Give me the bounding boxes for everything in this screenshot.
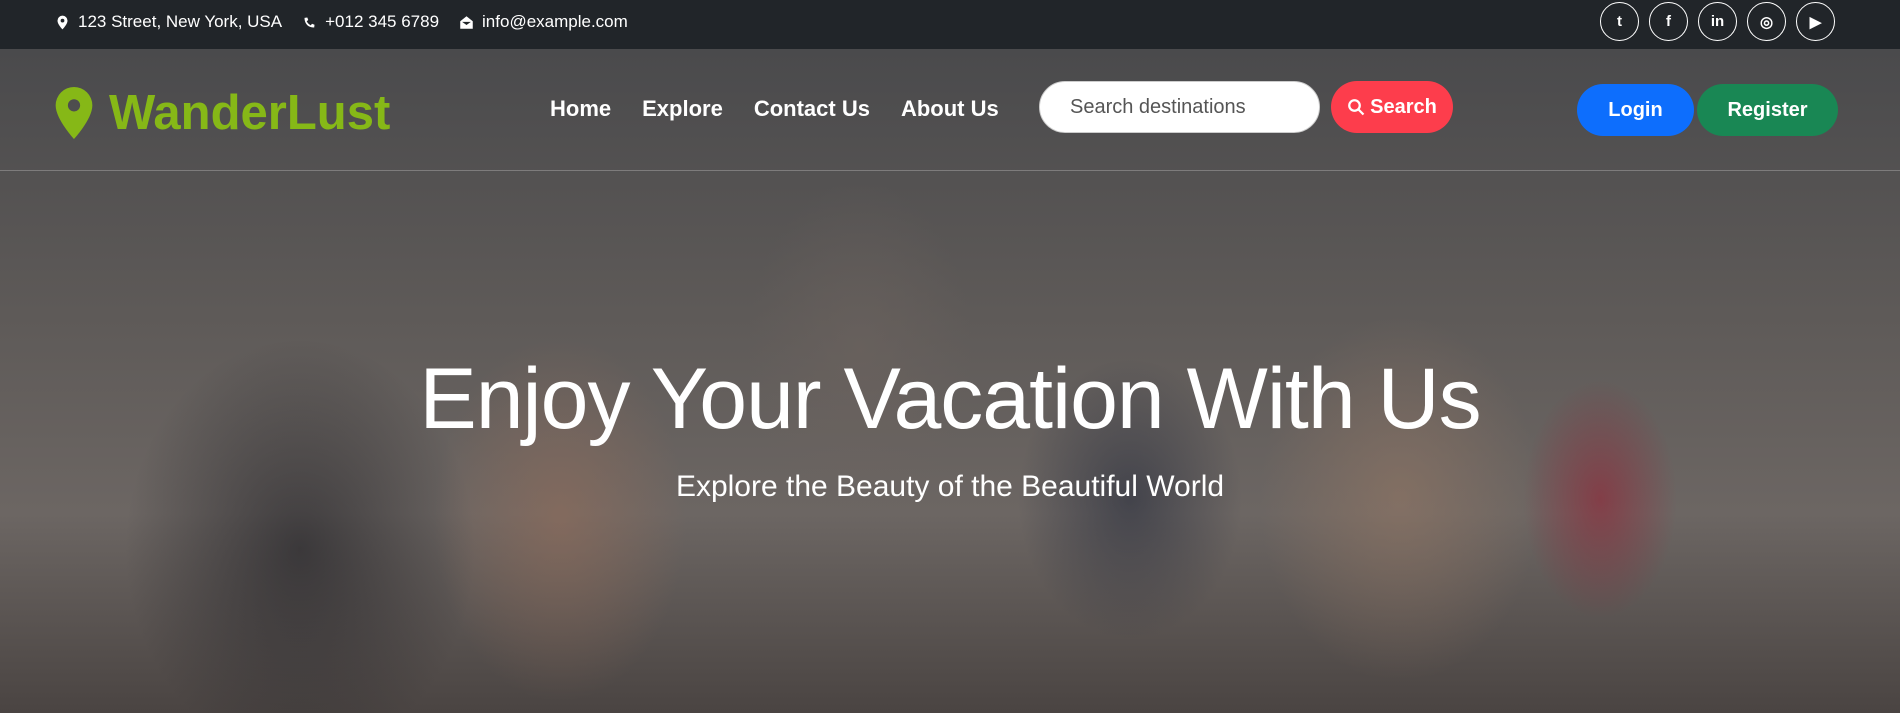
search-input[interactable] — [1039, 81, 1320, 133]
address: 123 Street, New York, USA — [55, 12, 282, 32]
facebook-icon[interactable]: f — [1649, 2, 1688, 41]
nav-about-us[interactable]: About Us — [901, 96, 999, 122]
nav-explore[interactable]: Explore — [642, 96, 723, 122]
youtube-icon[interactable]: ▶ — [1796, 2, 1835, 41]
brand-logo[interactable]: WanderLust — [55, 85, 390, 141]
instagram-icon[interactable]: ◎ — [1747, 2, 1786, 41]
map-marker-icon — [57, 15, 68, 29]
register-button[interactable]: Register — [1697, 84, 1838, 136]
phone: +012 345 6789 — [302, 12, 439, 32]
search-icon — [1348, 99, 1365, 116]
hero-title: Enjoy Your Vacation With Us — [419, 351, 1481, 447]
main-nav: Home Explore Contact Us About Us — [550, 96, 999, 122]
phone-icon — [304, 17, 315, 27]
search-button[interactable]: Search — [1331, 81, 1453, 133]
email: info@example.com — [459, 12, 628, 32]
nav-contact-us[interactable]: Contact Us — [754, 96, 870, 122]
social-links: t f in ◎ ▶ — [1600, 2, 1835, 41]
contact-info: 123 Street, New York, USA +012 345 6789 … — [55, 12, 628, 32]
envelope-open-icon — [460, 15, 473, 29]
brand-name: WanderLust — [109, 86, 391, 140]
nav-home[interactable]: Home — [550, 96, 611, 122]
linkedin-icon[interactable]: in — [1698, 2, 1737, 41]
twitter-icon[interactable]: t — [1600, 2, 1639, 41]
map-marker-icon — [55, 87, 93, 139]
navbar-divider — [0, 170, 1900, 171]
top-bar: 123 Street, New York, USA +012 345 6789 … — [0, 0, 1900, 49]
login-button[interactable]: Login — [1577, 84, 1694, 136]
hero-subtitle: Explore the Beauty of the Beautiful Worl… — [675, 470, 1225, 503]
